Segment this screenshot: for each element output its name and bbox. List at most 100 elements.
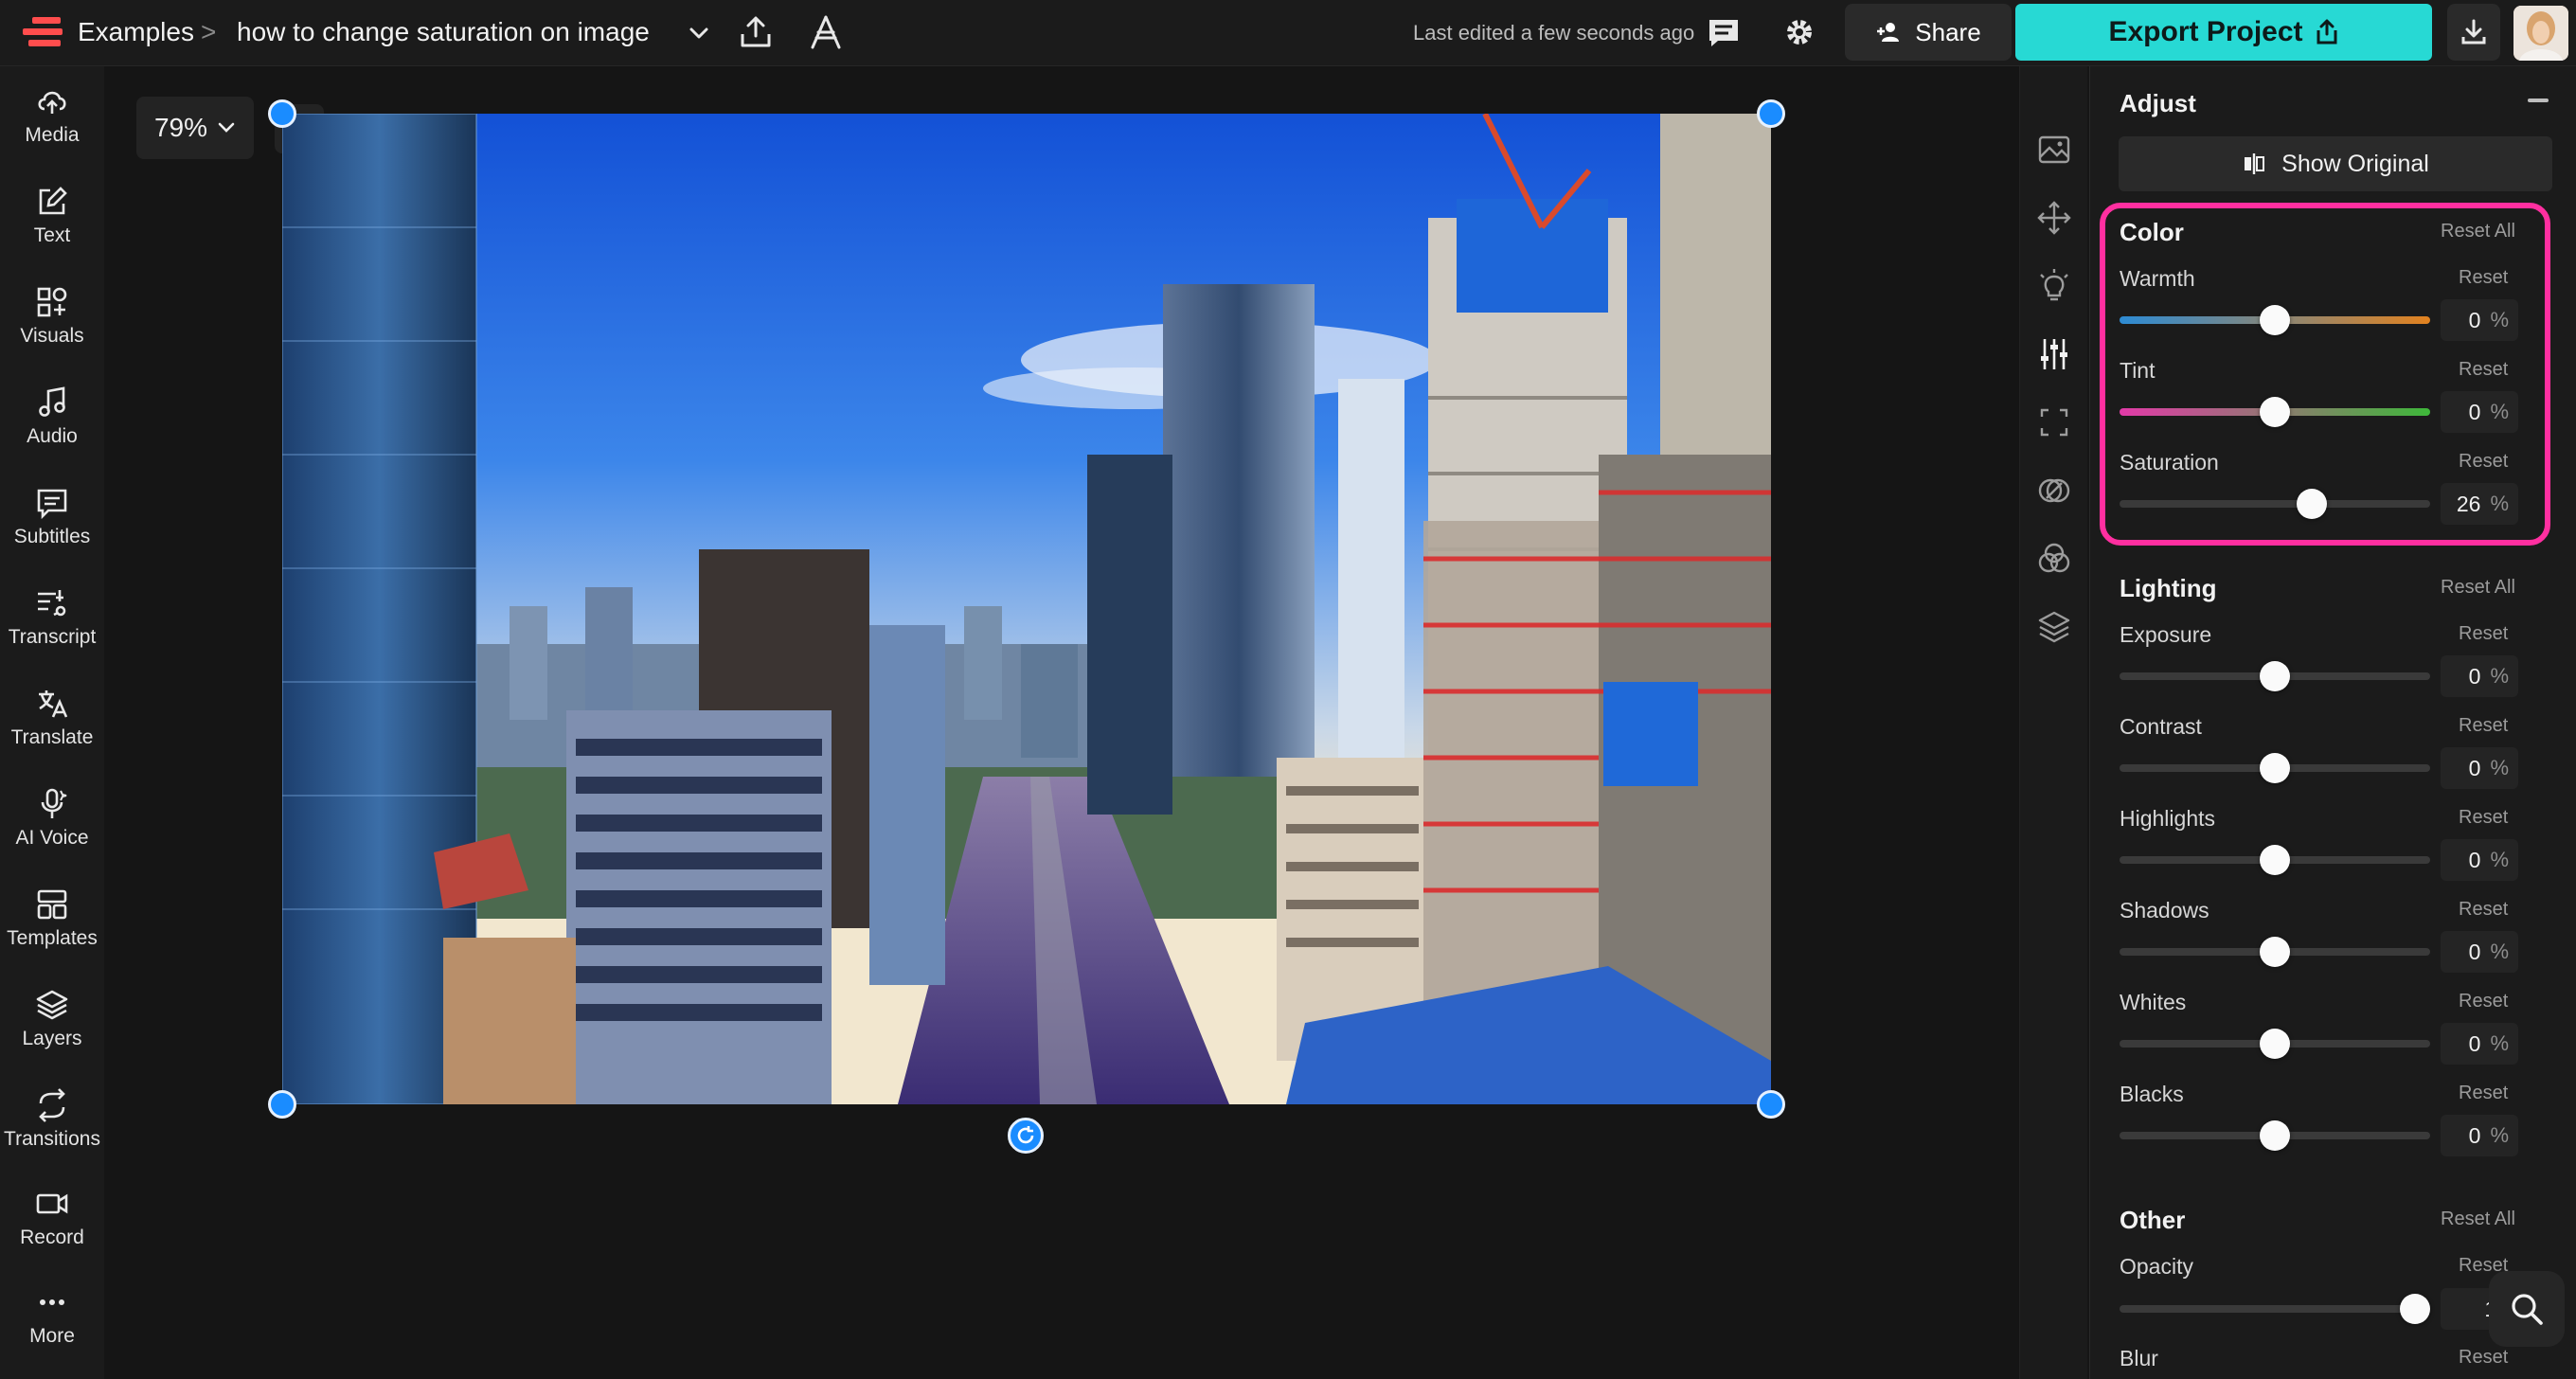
sidebar-item-ai-voice[interactable]: AI Voice bbox=[0, 773, 104, 864]
whites-value-field[interactable]: 0 % bbox=[2441, 1023, 2518, 1065]
resize-handle-top-left[interactable] bbox=[268, 99, 296, 128]
shadows-reset-button[interactable]: Reset bbox=[2459, 899, 2508, 921]
reset-all-lighting-button[interactable]: Reset All bbox=[2441, 577, 2515, 599]
sidebar-item-record[interactable]: Record bbox=[0, 1173, 104, 1263]
reset-all-color-button[interactable]: Reset All bbox=[2441, 221, 2515, 242]
sidebar-item-transitions[interactable]: Transitions bbox=[0, 1074, 104, 1165]
user-avatar[interactable] bbox=[2513, 6, 2568, 61]
share-button[interactable]: Share bbox=[1845, 4, 2012, 61]
opacity-slider-track[interactable] bbox=[2120, 1305, 2430, 1313]
zoom-value: 79% bbox=[153, 113, 208, 142]
tint-slider-thumb[interactable] bbox=[2260, 397, 2290, 427]
sidebar-item-audio[interactable]: Audio bbox=[0, 371, 104, 462]
crop-frame-icon[interactable] bbox=[2035, 403, 2073, 441]
blacks-slider-thumb[interactable] bbox=[2260, 1120, 2290, 1151]
collapse-minus-icon[interactable] bbox=[2528, 98, 2549, 102]
comments-icon[interactable] bbox=[1705, 15, 1743, 51]
sidebar-item-layers[interactable]: Layers bbox=[0, 974, 104, 1065]
show-original-button[interactable]: Show Original bbox=[2119, 136, 2552, 191]
breadcrumb-separator: > bbox=[201, 17, 217, 46]
warmth-reset-button[interactable]: Reset bbox=[2459, 267, 2508, 289]
highlights-reset-button[interactable]: Reset bbox=[2459, 807, 2508, 829]
gear-icon[interactable] bbox=[1780, 13, 1818, 51]
warmth-value-field[interactable]: 0 % bbox=[2441, 299, 2518, 341]
sidebar-item-transcript[interactable]: Transcript bbox=[0, 572, 104, 663]
blacks-value-field[interactable]: 0 % bbox=[2441, 1115, 2518, 1156]
sidebar-item-text[interactable]: Text bbox=[0, 170, 104, 261]
filter-rings-icon[interactable] bbox=[2035, 472, 2073, 510]
exposure-reset-button[interactable]: Reset bbox=[2459, 623, 2508, 645]
export-project-button[interactable]: Export Project bbox=[2015, 4, 2432, 61]
opacity-slider-thumb[interactable] bbox=[2400, 1294, 2430, 1324]
light-bulb-icon[interactable] bbox=[2035, 267, 2073, 305]
resize-handle-bottom-left[interactable] bbox=[268, 1090, 296, 1119]
exposure-value-field[interactable]: 0 % bbox=[2441, 655, 2518, 697]
adjust-sliders-icon[interactable] bbox=[2035, 335, 2073, 373]
breadcrumb-examples[interactable]: Examples bbox=[78, 17, 194, 47]
percent-sign: % bbox=[2490, 848, 2509, 871]
zoom-dropdown[interactable]: 79% bbox=[136, 97, 254, 159]
tint-reset-button[interactable]: Reset bbox=[2459, 359, 2508, 381]
exposure-slider-thumb[interactable] bbox=[2260, 661, 2290, 691]
color-circles-icon[interactable] bbox=[2035, 540, 2073, 578]
tint-value-field[interactable]: 0 % bbox=[2441, 391, 2518, 433]
sidebar-label: Media bbox=[25, 124, 80, 146]
whites-reset-button[interactable]: Reset bbox=[2459, 991, 2508, 1012]
project-title[interactable]: how to change saturation on image bbox=[237, 17, 650, 47]
blacks-value: 0 bbox=[2468, 1122, 2481, 1148]
percent-sign: % bbox=[2490, 1031, 2509, 1055]
layers-stack-icon[interactable] bbox=[2035, 608, 2073, 646]
kapwing-logo-icon[interactable] bbox=[19, 15, 66, 49]
download-button[interactable] bbox=[2447, 4, 2500, 61]
contrast-reset-button[interactable]: Reset bbox=[2459, 715, 2508, 737]
sidebar-label: Subtitles bbox=[13, 526, 91, 547]
contrast-slider-thumb[interactable] bbox=[2260, 753, 2290, 783]
layers-icon bbox=[36, 990, 68, 1020]
reset-all-other-button[interactable]: Reset All bbox=[2441, 1209, 2515, 1230]
sidebar-item-templates[interactable]: Templates bbox=[0, 873, 104, 964]
panel-title: Adjust bbox=[2120, 89, 2196, 117]
sidebar-item-more[interactable]: More bbox=[0, 1271, 104, 1362]
search-button[interactable] bbox=[2489, 1271, 2565, 1347]
upload-icon[interactable] bbox=[737, 13, 775, 51]
saturation-slider-track[interactable] bbox=[2120, 500, 2430, 508]
blur-reset-button[interactable]: Reset bbox=[2459, 1347, 2508, 1369]
add-person-icon bbox=[1877, 23, 1900, 42]
sidebar-item-subtitles[interactable]: Subtitles bbox=[0, 472, 104, 563]
sidebar-item-media[interactable]: Media bbox=[0, 70, 104, 161]
saturation-reset-button[interactable]: Reset bbox=[2459, 451, 2508, 473]
whites-slider-thumb[interactable] bbox=[2260, 1029, 2290, 1059]
rotate-icon bbox=[1017, 1126, 1034, 1144]
rotate-handle[interactable] bbox=[1008, 1118, 1044, 1154]
move-icon[interactable] bbox=[2035, 199, 2073, 237]
highlights-label: Highlights bbox=[2120, 806, 2215, 831]
saturation-value: 26 bbox=[2456, 491, 2481, 516]
tool-rail bbox=[2019, 66, 2087, 1379]
image-icon[interactable] bbox=[2035, 131, 2073, 169]
highlights-value-field[interactable]: 0 % bbox=[2441, 839, 2518, 881]
blacks-reset-button[interactable]: Reset bbox=[2459, 1083, 2508, 1104]
microphone-icon bbox=[41, 788, 67, 818]
resize-handle-top-right[interactable] bbox=[1757, 99, 1785, 128]
show-original-label: Show Original bbox=[2281, 150, 2429, 177]
saturation-value-field[interactable]: 26 % bbox=[2441, 483, 2518, 525]
percent-sign: % bbox=[2490, 664, 2509, 688]
highlights-slider-thumb[interactable] bbox=[2260, 845, 2290, 875]
sidebar-item-translate[interactable]: Translate bbox=[0, 672, 104, 763]
shadows-value-field[interactable]: 0 % bbox=[2441, 931, 2518, 973]
saturation-slider-thumb[interactable] bbox=[2297, 489, 2327, 519]
contrast-value: 0 bbox=[2468, 755, 2481, 780]
chevron-down-icon[interactable] bbox=[680, 17, 718, 49]
more-dots-icon bbox=[40, 1299, 64, 1305]
contrast-value-field[interactable]: 0 % bbox=[2441, 747, 2518, 789]
sidebar-item-visuals[interactable]: Visuals bbox=[0, 271, 104, 362]
city-skyline-image[interactable] bbox=[282, 114, 1771, 1104]
sidebar-label: AI Voice bbox=[15, 827, 89, 849]
section-title-other: Other bbox=[2120, 1206, 2186, 1234]
whites-label: Whites bbox=[2120, 990, 2187, 1014]
resize-handle-bottom-right[interactable] bbox=[1757, 1090, 1785, 1119]
blacks-label: Blacks bbox=[2120, 1082, 2184, 1106]
shadows-slider-thumb[interactable] bbox=[2260, 937, 2290, 967]
brand-kit-icon[interactable] bbox=[805, 13, 847, 51]
warmth-slider-thumb[interactable] bbox=[2260, 305, 2290, 335]
